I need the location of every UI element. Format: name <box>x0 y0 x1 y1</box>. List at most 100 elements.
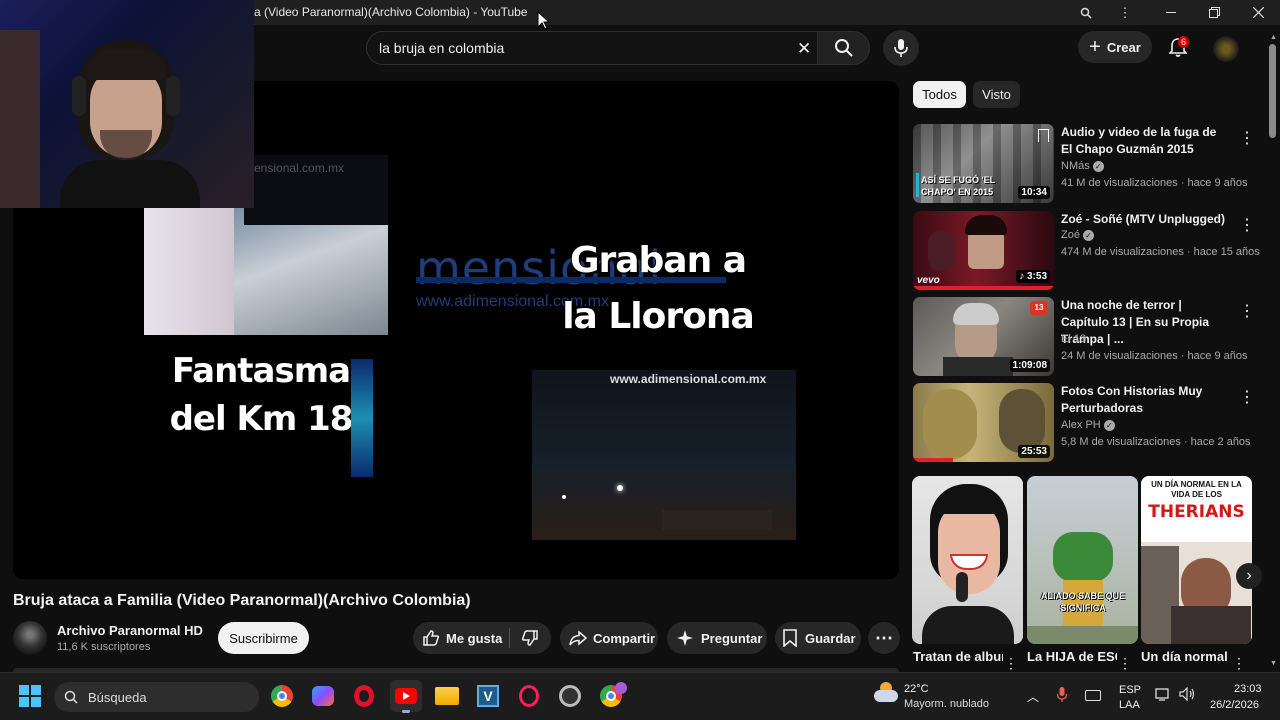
vegas-icon[interactable]: V <box>472 680 504 712</box>
youtube-app-icon[interactable] <box>390 680 422 713</box>
channel-avatar[interactable] <box>13 621 47 655</box>
zoom-icon[interactable] <box>1066 0 1106 25</box>
short-thumbnail[interactable]: ALIADO SABE QUE SIGNIFICA <box>1027 476 1138 644</box>
channel-name[interactable]: El 13 <box>1061 333 1086 345</box>
chip-watched[interactable]: Visto <box>973 81 1020 108</box>
video-thumbnail[interactable]: 25:53 <box>913 383 1054 462</box>
video-meta: 41 M de visualizaciones · hace 9 años <box>1061 177 1248 189</box>
opera-gx-icon[interactable] <box>513 680 545 712</box>
short-thumbnail[interactable] <box>912 476 1023 644</box>
search-input[interactable]: la bruja en colombia <box>379 40 504 56</box>
windows-start-icon[interactable] <box>19 685 41 707</box>
shorts-note-icon: ♪ <box>1019 271 1027 282</box>
chevron-up-icon[interactable]: ︿ <box>1027 688 1039 705</box>
chrome-profile-icon[interactable] <box>595 680 627 712</box>
channel-name[interactable]: Alex PH ✓ <box>1061 419 1115 431</box>
more-options-icon[interactable]: ⋮ <box>1239 301 1255 321</box>
page-scrollbar[interactable]: ▲ ▼ <box>1266 32 1280 672</box>
opera-icon[interactable] <box>348 680 380 712</box>
weather-icon[interactable] <box>874 682 898 704</box>
channel-name[interactable]: NMás ✓ <box>1061 160 1104 172</box>
more-options-icon[interactable]: ⋮ <box>1232 655 1246 672</box>
file-explorer-icon[interactable] <box>431 680 463 712</box>
more-actions-button[interactable]: ⋯ <box>868 622 900 654</box>
keyboard-tray-icon[interactable] <box>1085 690 1101 701</box>
more-options-icon[interactable]: ⋮ <box>1118 655 1132 672</box>
recommendation-item[interactable]: ASÍ SE FUGÓ 'EL CHAPO' EN 2015 10:34 Aud… <box>913 124 1255 204</box>
bookmark-icon <box>1038 129 1049 142</box>
network-icon[interactable] <box>1155 687 1171 706</box>
like-dislike-group: Me gusta <box>413 622 551 654</box>
kebab-menu-icon[interactable]: ⋮ <box>1105 0 1145 25</box>
channel-name[interactable]: Archivo Paranormal HD <box>57 623 203 638</box>
minimize-button[interactable] <box>1151 0 1191 25</box>
save-button[interactable]: Guardar <box>775 622 861 654</box>
recommendation-item[interactable]: 13 1:09:08 Una noche de terror | Capítul… <box>913 297 1255 377</box>
account-avatar[interactable] <box>1213 36 1239 62</box>
video-meta: 24 M de visualizaciones · hace 9 años <box>1061 350 1248 362</box>
more-options-icon[interactable]: ⋮ <box>1004 655 1018 672</box>
restore-button[interactable] <box>1194 0 1234 25</box>
recommendation-item[interactable]: 25:53 Fotos Con Historias Muy Perturbado… <box>913 383 1255 463</box>
video-thumbnail[interactable]: 13 1:09:08 <box>913 297 1054 376</box>
clock-time[interactable]: 23:03 <box>1234 683 1262 695</box>
search-button[interactable] <box>818 31 870 65</box>
share-icon <box>569 630 587 646</box>
search-box[interactable]: la bruja en colombia ✕ <box>366 31 818 65</box>
video-title[interactable]: Audio y video de la fuga de El Chapo Guz… <box>1061 124 1229 158</box>
video-duration: 10:34 <box>1018 186 1050 199</box>
vevo-logo: vevo <box>917 275 940 286</box>
overlay-text-right: Graban a la Llorona <box>562 240 755 337</box>
share-button[interactable]: Compartir <box>560 622 658 654</box>
video-duration: 1:09:08 <box>1009 359 1050 372</box>
more-options-icon[interactable]: ⋮ <box>1239 215 1255 235</box>
create-button[interactable]: + Crear <box>1078 31 1152 63</box>
like-button[interactable]: Me gusta <box>413 629 509 647</box>
copilot-icon[interactable] <box>307 680 339 712</box>
video-meta: 5,8 M de visualizaciones · hace 2 años <box>1061 436 1251 448</box>
chrome-icon[interactable] <box>266 680 298 712</box>
verified-icon: ✓ <box>1092 160 1104 172</box>
short-title[interactable]: Tratan de alburear a <box>913 649 1003 671</box>
video-title[interactable]: Una noche de terror | Capítulo 13 | En s… <box>1061 297 1229 348</box>
ask-button[interactable]: Preguntar <box>667 622 767 654</box>
video-thumbnail[interactable]: vevo ♪ 3:53 <box>913 211 1054 290</box>
ask-label: Preguntar <box>701 630 763 646</box>
short-thumbnail[interactable]: UN DÍA NORMAL EN LA VIDA DE LOS THERIANS <box>1141 476 1252 644</box>
save-label: Guardar <box>805 630 856 646</box>
short-title[interactable]: La HIJA de ESCANOR <box>1027 649 1117 671</box>
short-title[interactable]: Un día normal en la <box>1141 649 1231 671</box>
video-thumbnail[interactable]: ASÍ SE FUGÓ 'EL CHAPO' EN 2015 10:34 <box>913 124 1054 203</box>
clear-search-icon[interactable]: ✕ <box>797 39 811 59</box>
recommendation-item[interactable]: vevo ♪ 3:53 Zoé - Soñé (MTV Unplugged) Z… <box>913 211 1260 291</box>
more-options-icon[interactable]: ⋮ <box>1239 387 1255 407</box>
window-title: a (Video Paranormal)(Archivo Colombia) -… <box>254 5 528 19</box>
short-caption: UN DÍA NORMAL EN LA VIDA DE LOS <box>1151 480 1242 499</box>
more-options-icon[interactable]: ⋮ <box>1239 128 1255 148</box>
volume-icon[interactable] <box>1179 686 1197 706</box>
dislike-button[interactable] <box>510 629 550 647</box>
keyboard-layout[interactable]: LAA <box>1119 699 1140 711</box>
temperature: 22°C <box>904 683 929 695</box>
thumbs-up-icon <box>423 630 440 646</box>
voice-search-button[interactable] <box>883 30 919 66</box>
channel-name[interactable]: Zoé ✓ <box>1061 229 1094 241</box>
watermark-text: ensional.com.mx <box>254 161 345 175</box>
chip-all[interactable]: Todos <box>913 81 966 108</box>
app-icon[interactable] <box>554 680 586 712</box>
subscribe-button[interactable]: Suscribirme <box>218 622 309 654</box>
close-button[interactable] <box>1238 0 1278 25</box>
microphone-tray-icon[interactable] <box>1056 687 1068 708</box>
language-code[interactable]: ESP <box>1119 684 1141 696</box>
create-label: Crear <box>1106 39 1141 55</box>
clock-date[interactable]: 26/2/2026 <box>1210 699 1259 711</box>
video-title[interactable]: Fotos Con Historias Muy Perturbadoras <box>1061 383 1229 417</box>
share-label: Compartir <box>593 630 656 646</box>
taskbar-search-placeholder: Búsqueda <box>88 689 147 705</box>
scrollbar-thumb[interactable] <box>1269 44 1276 138</box>
shorts-next-button[interactable]: › <box>1236 563 1262 589</box>
taskbar-search[interactable]: Búsqueda <box>54 682 259 712</box>
weather-text: Mayorm. nublado <box>904 698 989 710</box>
video-title[interactable]: Zoé - Soñé (MTV Unplugged) <box>1061 211 1229 228</box>
overlay-text-left: Fantasma del Km 18 <box>169 351 354 439</box>
